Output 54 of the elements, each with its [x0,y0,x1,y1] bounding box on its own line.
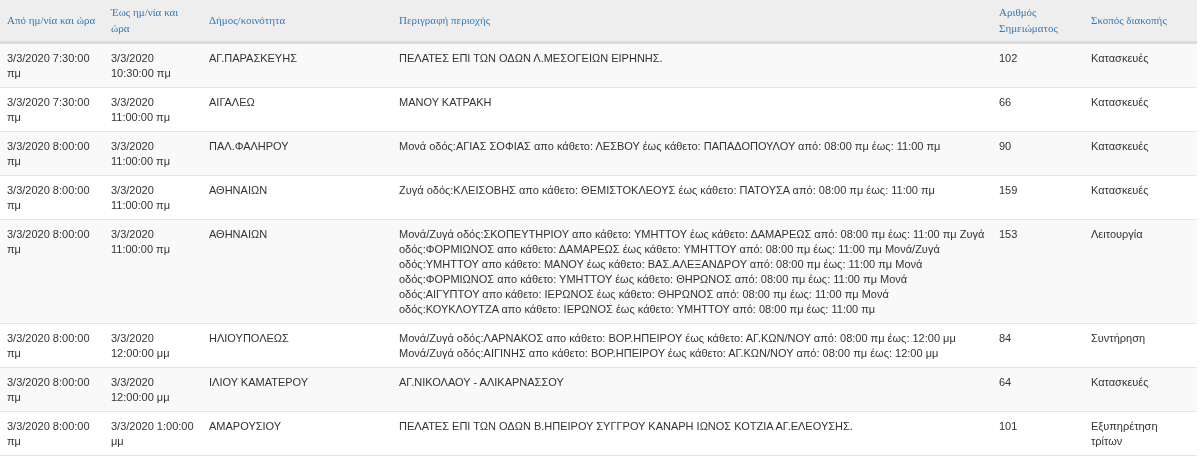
table-cell-text: Μονά οδός:ΑΓΙΑΣ ΣΟΦΙΑΣ απο κάθετο: ΛΕΣΒΟΥ έως κάθετο: ΠΑΠΑΔΟΠΟΥΛΟΥ από: 08:00 πμ έως: 11:00 πμ [399,138,942,154]
table-cell: Μονά/Ζυγά οδός:ΣΚΟΠΕΥΤΗΡΙΟΥ απο κάθετο: ΥΜΗΤΤΟΥ έως κάθετο: ΔΑΜΑΡΕΩΣ από: 08:00 πμ έως: 11:00 πμ Ζυγά οδός:ΦΟΡΜΙΩΝΟΣ απο κάθετο: ΔΑΜΑΡΕΩΣ έως κάθετο: ΥΜΗΤΤΟΥ από: 08:00 πμ έως: 11:00 πμ Μονά/Ζυγά οδός:ΥΜΗΤΤΟΥ απο κάθετο: ΜΑΝΟΥ έως κάθετο: ΒΑΣ.ΑΛΕΞΑΝΔΡΟΥ από: 08:00 πμ έως: 11:00 πμ Μονά οδός:ΦΟΡΜΙΩΝΟΣ απο κάθετο: ΥΜΗΤΤΟΥ έως κάθετο: ΘΗΡΩΝΟΣ από: 08:00 πμ έως: 11:00 πμ Μονά οδός:ΑΙΓΥΠΤΟΥ απο κάθετο: ΙΕΡΩΝΟΣ έως κάθετο: ΘΗΡΩΝΟΣ από: 08:00 πμ έως: 11:00 πμ Μονά οδός:ΚΟΥΚΛΟΥΤΖΑ απο κάθετο: ΙΕΡΩΝΟΣ έως κάθετο: ΥΜΗΤΤΟΥ από: 08:00 πμ έως: 11:00 πμ [399,226,985,317]
column-header[interactable]: Έως ημ/νία και ώρα [111,4,195,37]
table-cell-text: 64 [999,374,1013,390]
table-cell-text: 159 [999,182,1019,198]
table-cell-text: 3/3/2020 8:00:00 πμ [7,138,91,169]
table-cell: 3/3/2020 1:00:00 μμ [111,418,195,449]
table-cell-text: 84 [999,330,1013,346]
column-header[interactable]: Δήμος/κοινότητα [209,12,385,29]
table-cell-text: Λειτουργία [1091,226,1144,242]
table-cell-text: Κατασκευές [1091,182,1150,198]
table-cell-text: Κατασκευές [1091,138,1150,154]
table-cell-text: ΠΑΛ.ΦΑΛΗΡΟΥ [209,138,290,154]
table-cell-text: 3/3/2020 12:00:00 μμ [111,330,171,361]
table-cell-text: 3/3/2020 7:30:00 πμ [7,50,91,81]
table-cell-text: 66 [999,94,1013,110]
table-cell-text: Ζυγά οδός:ΚΛΕΙΣΟΒΗΣ απο κάθετο: ΘΕΜΙΣΤΟΚΛΕΟΥΣ έως κάθετο: ΠΑΤΟΥΣΑ από: 08:00 πμ έως: 11:00 πμ [399,182,936,198]
table-cell-text: ΑΓ.ΝΙΚΟΛΑΟΥ - ΑΛΙΚΑΡΝΑΣΣΟΥ [399,374,565,390]
column-header[interactable]: Από ημ/νία και ώρα [7,12,97,29]
table-cell-text: 3/3/2020 8:00:00 πμ [7,330,91,361]
table-cell-text: 153 [999,226,1019,242]
table-cell-text: ΑΘΗΝΑΙΩΝ [209,226,269,242]
table-cell-text: ΑΓ.ΠΑΡΑΣΚΕΥΗΣ [209,50,298,66]
table-cell-text: Κατασκευές [1091,50,1150,66]
table-cell-text: 3/3/2020 8:00:00 πμ [7,418,91,449]
column-header[interactable]: Περιγραφή περιοχής [399,12,985,29]
table-cell-text: 3/3/2020 8:00:00 πμ [7,226,91,257]
table-cell-text: Συντήρηση [1091,330,1147,346]
column-header[interactable]: Σκοπός διακοπής [1091,12,1190,29]
table-cell-text: 3/3/2020 11:00:00 πμ [111,94,171,125]
table-cell-text: 102 [999,50,1019,66]
table-cell-text: 3/3/2020 8:00:00 πμ [7,182,91,213]
table-cell-text: ΑΙΓΑΛΕΩ [209,94,256,110]
table-cell-text: 3/3/2020 11:00:00 πμ [111,226,171,257]
table-cell-text: 90 [999,138,1013,154]
column-header[interactable]: Αριθμός Σημειώματος [999,4,1077,37]
table-cell-text: Μονά/Ζυγά οδός:ΛΑΡΝΑΚΟΣ απο κάθετο: ΒΟΡ.ΗΠΕΙΡΟΥ έως κάθετο: ΑΓ.ΚΩΝ/ΝΟΥ από: 08:00 πμ έως: 12:00 μμ Μονά/Ζυγά οδός:ΑΙΓΙΝΗΣ απο κάθετο: ΒΟΡ.ΗΠΕΙΡΟΥ έως κάθετο: ΑΓ.ΚΩΝ/ΝΟΥ από: 08:00 πμ έως: 12:00 μμ [399,330,957,361]
table-cell-text: ΙΛΙΟΥ ΚΑΜΑΤΕΡΟΥ [209,374,310,390]
table-cell-text: ΜΑΝΟΥ ΚΑΤΡΑΚΗ [399,94,493,110]
table-cell-text: 3/3/2020 8:00:00 πμ [7,374,91,405]
table-cell-text: 101 [999,418,1019,434]
table-cell-text: 3/3/2020 7:30:00 πμ [7,94,91,125]
table-cell-text: 3/3/2020 11:00:00 πμ [111,182,171,213]
table-cell-text: 3/3/2020 12:00:00 μμ [111,374,171,405]
table-cell-text: ΠΕΛΑΤΕΣ ΕΠΙ ΤΩΝ ΟΔΩΝ Λ.ΜΕΣΟΓΕΙΩΝ ΕΙΡΗΝΗΣ. [399,50,664,66]
table-cell-text: 3/3/2020 11:00:00 πμ [111,138,171,169]
table-cell-text: ΑΜΑΡΟΥΣΙΟΥ [209,418,283,434]
table-cell-text: Κατασκευές [1091,374,1150,390]
table-cell-text: ΠΕΛΑΤΕΣ ΕΠΙ ΤΩΝ ΟΔΩΝ Β.ΗΠΕΙΡΟΥ ΣΥΓΓΡΟΥ ΚΑΝΑΡΗ ΙΩΝΟΣ ΚΟΤΖΙΑ ΑΓ.ΕΛΕΟΥΣΗΣ. [399,418,854,434]
table-cell-text: Εξυπηρέτηση τρίτων [1091,418,1159,449]
table-cell-text: ΗΛΙΟΥΠΟΛΕΩΣ [209,330,290,346]
table-cell-text: ΑΘΗΝΑΙΩΝ [209,182,269,198]
table-cell-text: 3/3/2020 10:30:00 πμ [111,50,172,81]
table-cell-text: Κατασκευές [1091,94,1150,110]
